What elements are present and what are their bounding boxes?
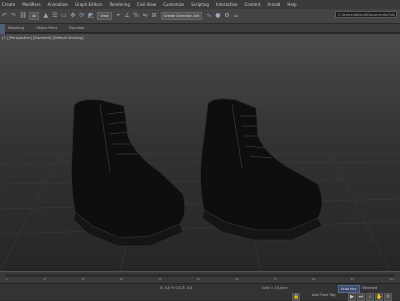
menu-item[interactable]: Scripting bbox=[191, 2, 209, 7]
ribbon-tab[interactable]: Modeling bbox=[8, 26, 24, 30]
grid-size: Grid = 10,0cm bbox=[262, 286, 288, 290]
menu-item[interactable]: Customize bbox=[163, 2, 184, 7]
angle-snap-icon[interactable]: ∠ bbox=[124, 13, 130, 19]
rotate-icon[interactable]: ⟳ bbox=[79, 13, 85, 19]
menu-item[interactable]: Arnold bbox=[267, 2, 280, 7]
menu-item[interactable]: Civil View bbox=[137, 2, 156, 7]
redo-icon[interactable]: ↷ bbox=[11, 13, 17, 19]
curve-editor-icon[interactable]: ∿ bbox=[206, 13, 212, 19]
time-slider[interactable] bbox=[6, 274, 394, 277]
menu-item[interactable]: Content bbox=[244, 2, 260, 7]
menu-item[interactable]: Interactive bbox=[216, 2, 238, 7]
render-icon[interactable]: ☕ bbox=[233, 13, 239, 19]
menu-item[interactable]: Create bbox=[2, 2, 15, 7]
menu-item[interactable]: Modifiers bbox=[22, 2, 40, 7]
selection-filter-dropdown[interactable]: All bbox=[29, 12, 40, 20]
viewport-label[interactable]: [+] [Perspective] [Standard] [Default Sh… bbox=[2, 36, 84, 40]
named-selection-dropdown[interactable]: Create Selection Set bbox=[160, 12, 203, 20]
timeline[interactable]: 0 10 20 30 40 50 60 70 80 90 100 bbox=[0, 271, 400, 283]
view-dropdown[interactable]: View bbox=[97, 12, 112, 20]
select-icon[interactable]: ▲ bbox=[43, 13, 49, 19]
mirror-icon[interactable]: ⇋ bbox=[142, 13, 148, 19]
status-bar: X: 0,0 Y: 0,0 Z: 0,0 Grid = 10,0cm Add T… bbox=[0, 283, 400, 301]
menu-item[interactable]: Graph Editors bbox=[75, 2, 102, 7]
menu-item[interactable]: Help bbox=[287, 2, 296, 7]
rect-region-icon[interactable]: ▭ bbox=[61, 13, 67, 19]
ribbon-tabs: Modeling Object Paint Populate bbox=[0, 24, 400, 33]
select-by-name-icon[interactable]: ☰ bbox=[52, 13, 58, 19]
perspective-viewport[interactable]: [+] [Perspective] [Standard] [Default Sh… bbox=[0, 34, 400, 271]
menu-item[interactable]: Animation bbox=[48, 2, 68, 7]
project-path-field[interactable]: C:\Users\default\Documents\3ds Max 2023 bbox=[335, 11, 397, 18]
snap-icon[interactable]: ⌖ bbox=[115, 13, 121, 19]
left-boot-mesh[interactable] bbox=[71, 99, 186, 247]
scale-icon[interactable]: ◩ bbox=[88, 13, 94, 19]
menu-bar: Create Modifiers Animation Graph Editors Ren… bbox=[0, 0, 400, 9]
home-grid bbox=[0, 153, 400, 271]
render-setup-icon[interactable]: ⚙ bbox=[224, 13, 230, 19]
link-icon[interactable]: ⛓ bbox=[20, 13, 28, 19]
move-icon[interactable]: ✥ bbox=[70, 13, 76, 19]
undo-icon[interactable]: ↶ bbox=[2, 13, 8, 19]
add-time-tag[interactable]: Add Time Tag bbox=[312, 293, 336, 297]
ribbon-tab[interactable]: Object Paint bbox=[36, 26, 57, 30]
material-editor-icon[interactable]: ● bbox=[215, 13, 221, 19]
coordinate-readout: X: 0,0 Y: 0,0 Z: 0,0 bbox=[160, 286, 193, 290]
selected-dropdown[interactable]: Selected bbox=[362, 286, 377, 290]
align-icon[interactable]: ⊞ bbox=[151, 13, 157, 19]
percent-snap-icon[interactable]: % bbox=[133, 13, 139, 19]
right-boot-mesh[interactable] bbox=[200, 98, 323, 241]
ribbon-tab[interactable]: Populate bbox=[69, 26, 84, 30]
menu-item[interactable]: Rendering bbox=[109, 2, 129, 7]
auto-key-button[interactable]: Auto Key bbox=[338, 285, 360, 293]
